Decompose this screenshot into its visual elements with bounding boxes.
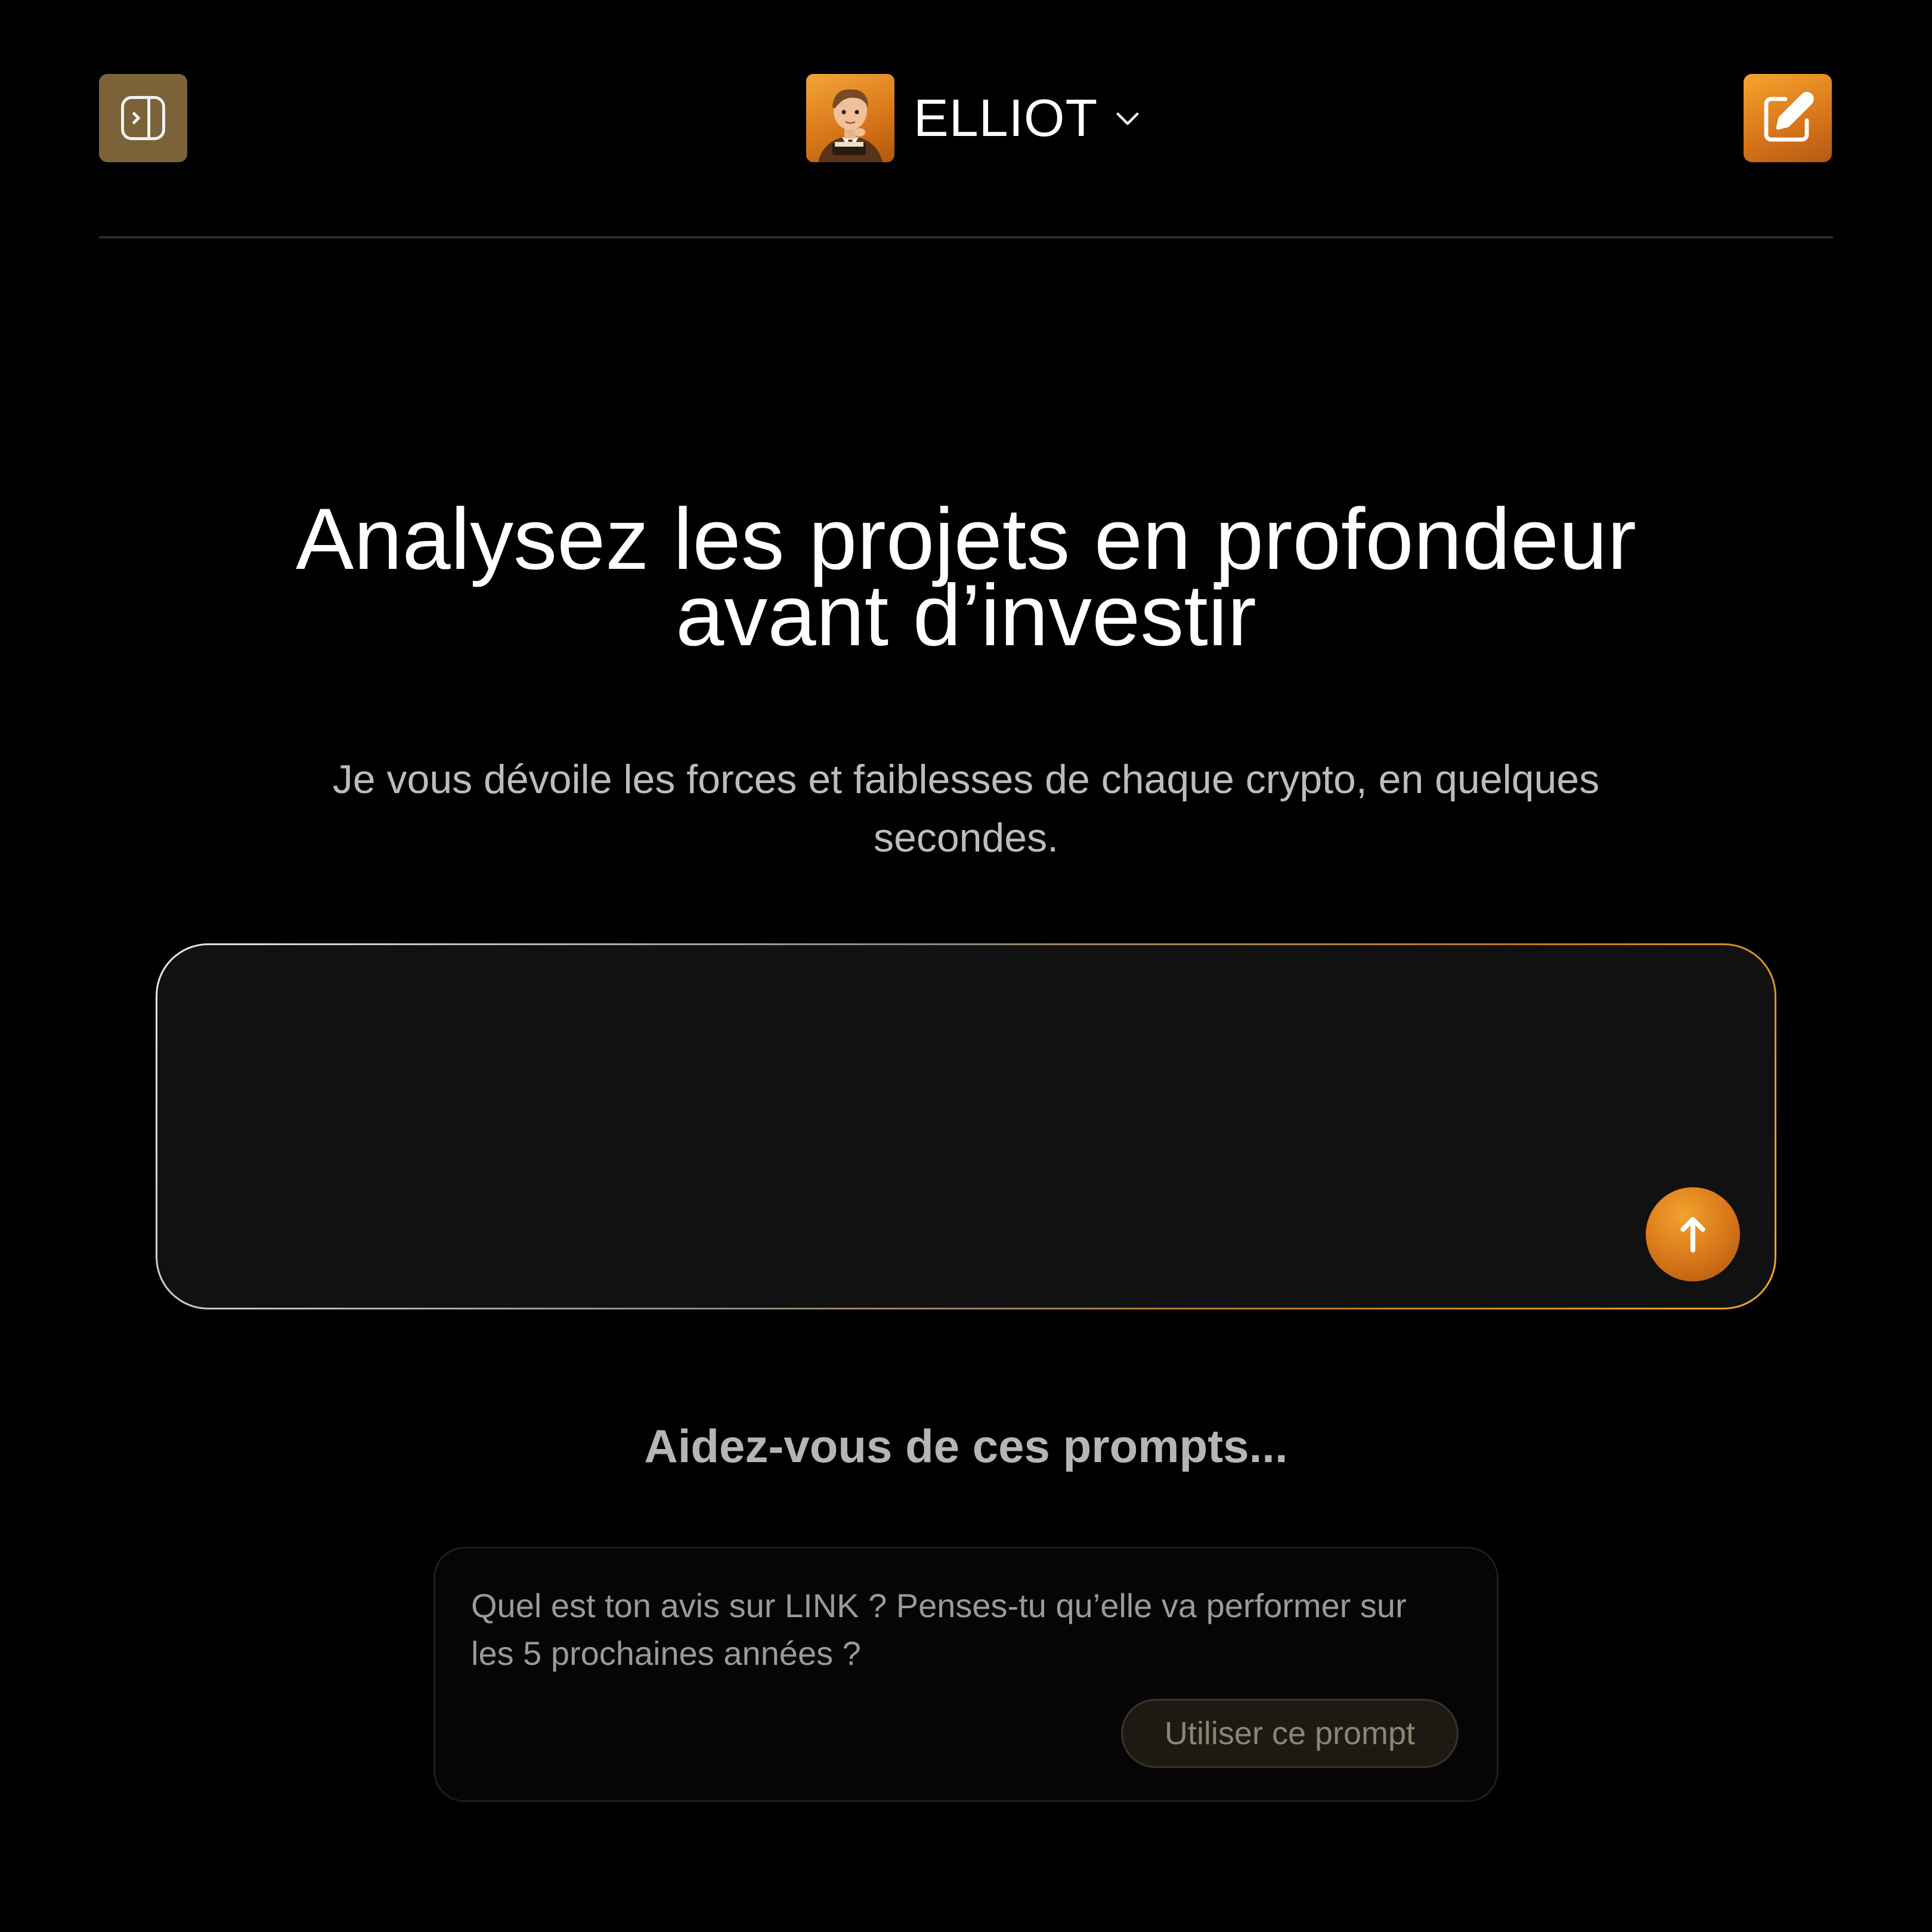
header-divider xyxy=(99,236,1833,239)
new-chat-button[interactable] xyxy=(1744,74,1832,162)
suggestion-card: Quel est ton avis sur LINK ? Penses-tu q… xyxy=(434,1547,1498,1802)
app-header: ELLIOT xyxy=(0,0,1932,239)
sidebar-toggle-button[interactable] xyxy=(99,74,187,162)
page-title-line-2: avant d’investir xyxy=(676,566,1256,664)
prompt-input[interactable] xyxy=(205,987,1639,1228)
page-title: Analysez les projets en profondeur avant… xyxy=(0,496,1932,659)
use-prompt-button[interactable]: Utiliser ce prompt xyxy=(1121,1699,1459,1768)
page-subtitle: Je vous dévoile les forces et faiblesses… xyxy=(332,757,1600,860)
prompt-box-inner xyxy=(157,945,1775,1308)
chevron-down-icon xyxy=(1111,101,1144,135)
agent-name: ELLIOT xyxy=(914,88,1098,147)
prompt-box xyxy=(156,943,1776,1309)
agent-selector[interactable]: ELLIOT xyxy=(806,74,1144,162)
arrow-up-icon xyxy=(1680,1217,1705,1253)
edit-icon xyxy=(1764,92,1814,142)
send-button[interactable] xyxy=(1646,1187,1740,1281)
suggestion-text: Quel est ton avis sur LINK ? Penses-tu q… xyxy=(471,1587,1407,1672)
sidebar-expand-icon xyxy=(121,96,165,140)
avatar xyxy=(806,74,894,162)
suggestions-heading: Aidez-vous de ces prompts... xyxy=(644,1420,1288,1472)
